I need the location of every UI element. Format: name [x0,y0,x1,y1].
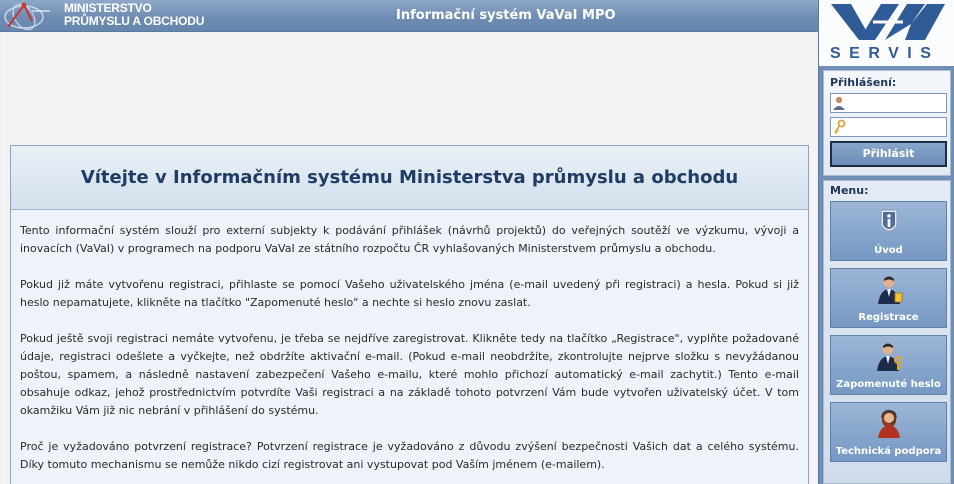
username-field[interactable] [830,93,947,113]
welcome-panel: Vítejte v Informačním systému Ministerst… [10,145,809,484]
support-icon [878,410,900,438]
menu-label: Menu: [830,184,869,197]
servis-logo[interactable]: SERVIS [819,0,954,66]
password-input[interactable] [849,119,945,135]
menu-item-label: Technická podpora [835,446,942,457]
login-button[interactable]: Přihlásit [830,141,947,167]
menu-item-registrace[interactable]: Registrace [830,268,947,328]
top-header: MINISTERSTVO PRŮMYSLU A OBCHODU Informač… [0,0,820,32]
user-add-icon [878,276,903,304]
vav-logo-icon [831,4,945,40]
login-label: Přihlášení: [830,76,897,89]
menu-item-zapomenute-heslo[interactable]: Zapomenuté heslo [830,335,947,395]
app-title: Informační systém VaVaI MPO [396,8,616,23]
paragraph-login: Pokud již máte vytvořenu registraci, při… [20,278,799,309]
menu-item-technicka-podpora[interactable]: Technická podpora [830,402,947,462]
welcome-panel-header: Vítejte v Informačním systému Ministerst… [11,146,808,210]
paragraph-intro: Tento informační systém slouží pro exter… [20,224,799,255]
info-icon [880,209,898,232]
password-field[interactable] [830,117,947,137]
user-key-icon [877,343,902,371]
main-content: Vítejte v Informačním systému Ministerst… [2,33,818,484]
paragraph-confirmation: Proč je vyžadováno potvrzení registrace?… [20,440,799,471]
menu-item-label: Zapomenuté heslo [836,379,941,390]
username-input[interactable] [849,95,945,111]
ministry-emblem-icon [4,2,50,31]
user-icon [833,96,845,110]
login-panel: Přihlášení: Přihlásit [823,70,951,176]
sidebar: SERVIS Přihlášení: Přihlásit Menu: Úvod … [818,0,954,484]
page-title: Vítejte v Informačním systému Ministerst… [80,167,739,188]
menu-item-label: Registrace [858,312,919,323]
ministry-name: MINISTERSTVO PRŮMYSLU A OBCHODU [64,2,204,28]
menu-item-label: Úvod [874,245,903,256]
welcome-text: Tento informační systém slouží pro exter… [11,210,808,474]
ministry-logo[interactable]: MINISTERSTVO PRŮMYSLU A OBCHODU [2,0,212,32]
logo-line-2: PRŮMYSLU A OBCHODU [64,14,205,28]
menu-item-uvod[interactable]: Úvod [830,201,947,261]
paragraph-registration: Pokud ještě svoji registraci nemáte vytv… [20,332,799,417]
key-icon [834,119,846,135]
servis-text: SERVIS [830,45,940,62]
menu-panel: Menu: Úvod Registrace Zapomenuté heslo T… [823,180,951,484]
